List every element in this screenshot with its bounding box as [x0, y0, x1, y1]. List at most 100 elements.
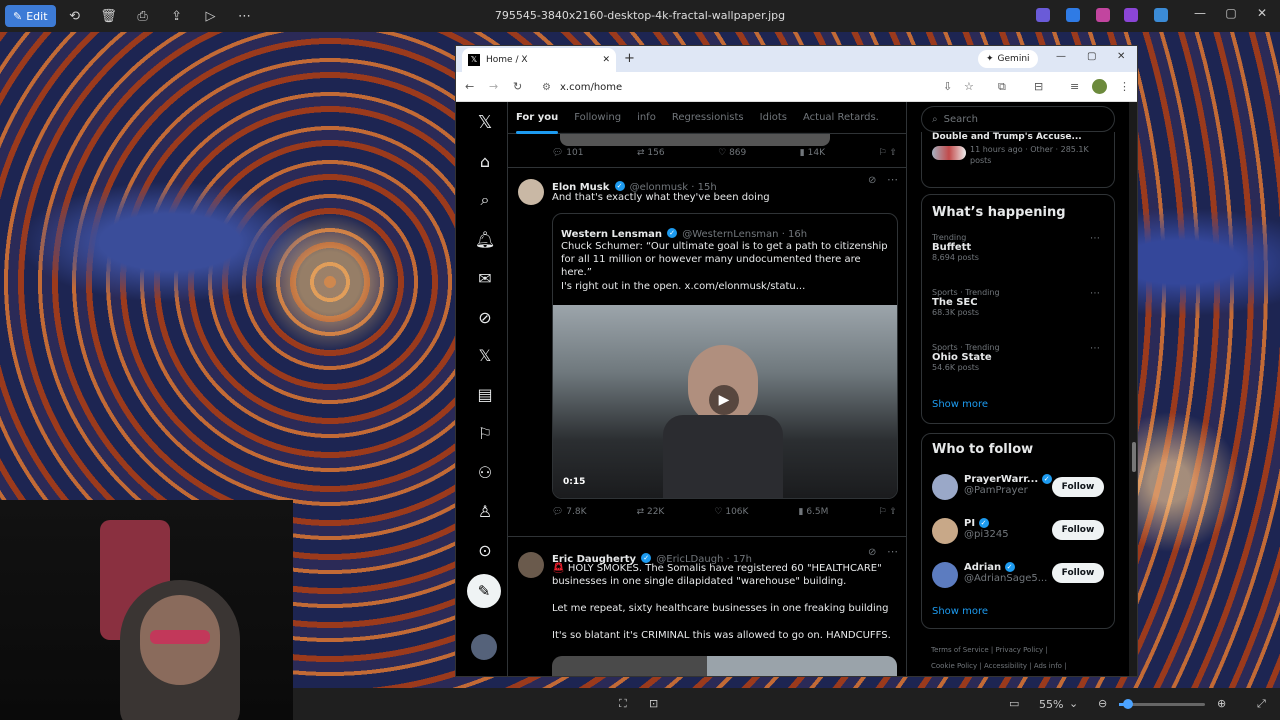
- reply-button[interactable]: 💬︎ 101: [552, 148, 583, 158]
- back-icon[interactable]: ←: [465, 80, 474, 93]
- zoom-slider[interactable]: [1119, 699, 1205, 709]
- more-icon[interactable]: ⋯: [1090, 343, 1100, 354]
- forward-icon[interactable]: →: [489, 80, 498, 93]
- tab-search-icon[interactable]: ⊟: [1034, 80, 1043, 93]
- scrollbar[interactable]: [1129, 102, 1137, 676]
- trend-item[interactable]: Sports · Trending The SEC 68.3K posts: [932, 288, 1000, 317]
- trend-item[interactable]: Sports · Trending Ohio State 54.6K posts: [932, 343, 1000, 372]
- site-info-icon[interactable]: ⚙: [542, 82, 551, 93]
- follow-button[interactable]: Follow: [1052, 477, 1104, 497]
- media-icon[interactable]: ≡: [1070, 80, 1079, 93]
- browser-tab[interactable]: 𝕏 Home / X ✕: [462, 48, 616, 72]
- avatar[interactable]: [518, 552, 544, 578]
- share-icon[interactable]: ⇪: [162, 4, 192, 28]
- avatar[interactable]: [932, 474, 958, 500]
- profile-icon[interactable]: ♙: [473, 499, 497, 523]
- maximize-icon[interactable]: ▢: [1219, 6, 1243, 20]
- app-icon[interactable]: [1066, 8, 1080, 22]
- follow-suggestion[interactable]: PrayerWarr... ✓ @PamPrayer: [964, 474, 1052, 496]
- repost-button[interactable]: ⇄ 22K: [637, 507, 665, 517]
- tab-idiots[interactable]: Idiots: [752, 102, 795, 134]
- footer-link[interactable]: Privacy Policy: [996, 646, 1044, 654]
- footer-link[interactable]: Terms of Service: [931, 646, 989, 654]
- post-elon-musk[interactable]: Elon Musk ✓ @elonmusk · 15h ⊘ ⋯ And that…: [508, 169, 906, 537]
- play-icon[interactable]: ▶: [709, 385, 739, 415]
- footer-link[interactable]: Accessibility: [984, 662, 1027, 670]
- trend-item[interactable]: Trending Buffett 8,694 posts: [932, 233, 979, 262]
- grok-icon[interactable]: ⊘: [868, 547, 876, 558]
- more-icon[interactable]: ⊙: [473, 538, 497, 562]
- tab-following[interactable]: Following: [566, 102, 629, 134]
- show-more-link[interactable]: Show more: [932, 399, 988, 410]
- cloud-icon[interactable]: [1154, 8, 1168, 22]
- account-avatar[interactable]: [471, 634, 497, 660]
- minimize-icon[interactable]: —: [1056, 51, 1066, 62]
- trend-title[interactable]: Double and Trump's Accuse...: [932, 132, 1102, 142]
- scrollbar-thumb[interactable]: [1132, 442, 1136, 472]
- view-icon[interactable]: ▭: [1009, 697, 1019, 710]
- more-icon[interactable]: ⋯: [887, 173, 898, 186]
- zoom-out-icon[interactable]: ⊖: [1098, 697, 1107, 710]
- maximize-icon[interactable]: ▢: [1087, 51, 1096, 62]
- repost-button[interactable]: ⇄ 156: [637, 148, 665, 158]
- more-icon[interactable]: ⋯: [1090, 233, 1100, 244]
- avatar[interactable]: [932, 518, 958, 544]
- more-icon[interactable]: ⋯: [1090, 288, 1100, 299]
- edit-button[interactable]: ✎ Edit: [5, 5, 56, 27]
- zoom-slider-thumb[interactable]: [1123, 699, 1133, 709]
- app-icon[interactable]: [1124, 8, 1138, 22]
- bookmark-star-icon[interactable]: ☆: [964, 80, 974, 93]
- compose-button[interactable]: ✎: [467, 574, 501, 608]
- bookmark-icon[interactable]: ⚐ ⇧: [879, 148, 897, 158]
- close-icon[interactable]: ✕: [1250, 6, 1274, 20]
- views-button[interactable]: ▮ 14K: [800, 148, 825, 158]
- communities-icon[interactable]: ⚇: [473, 460, 497, 484]
- home-icon[interactable]: ⌂: [473, 149, 497, 173]
- reply-button[interactable]: 💬︎ 7.8K: [552, 507, 587, 517]
- close-icon[interactable]: ✕: [1117, 51, 1125, 62]
- grok-icon[interactable]: ⊘: [868, 175, 876, 186]
- fullscreen-icon[interactable]: ⤢: [1257, 697, 1266, 711]
- quoted-post[interactable]: Western Lensman ✓ @WesternLensman · 16h …: [552, 213, 898, 499]
- extensions-icon[interactable]: ⧉: [998, 80, 1006, 94]
- premium-icon[interactable]: 𝕏: [473, 343, 497, 367]
- follow-button[interactable]: Follow: [1052, 520, 1104, 540]
- bookmark-icon[interactable]: ⚐ ⇧: [878, 507, 896, 517]
- like-button[interactable]: ♡ 869: [718, 148, 746, 158]
- rotate-icon[interactable]: ⟲: [60, 4, 90, 28]
- more-icon[interactable]: ⋯: [887, 545, 898, 558]
- grok-icon[interactable]: ⊘: [473, 305, 497, 329]
- crop-icon[interactable]: ⛶: [619, 697, 627, 711]
- video-player[interactable]: ▶ 0:15: [553, 305, 897, 498]
- avatar[interactable]: [932, 562, 958, 588]
- tab-regressionists[interactable]: Regressionists: [664, 102, 752, 134]
- show-more-link[interactable]: Show more: [932, 606, 988, 617]
- follow-suggestion[interactable]: PI ✓ @pi3245: [964, 518, 1009, 540]
- reload-icon[interactable]: ↻: [513, 80, 522, 93]
- like-button[interactable]: ♡ 106K: [714, 507, 748, 517]
- post-media[interactable]: [552, 656, 897, 676]
- copilot-icon[interactable]: [1036, 8, 1050, 22]
- search-input[interactable]: ⌕ Search: [921, 106, 1115, 132]
- footer-link[interactable]: Cookie Policy: [931, 662, 977, 670]
- messages-icon[interactable]: ✉: [473, 266, 497, 290]
- zoom-level[interactable]: 55%: [1039, 698, 1063, 711]
- views-button[interactable]: ▮ 6.5M: [799, 507, 829, 517]
- follow-button[interactable]: Follow: [1052, 563, 1104, 583]
- more-icon[interactable]: ⋯: [230, 4, 260, 28]
- avatar[interactable]: [518, 179, 544, 205]
- follow-suggestion[interactable]: Adrian ✓ @AdrianSage5...: [964, 562, 1047, 584]
- lists-icon[interactable]: ▤: [473, 382, 497, 406]
- chevron-down-icon[interactable]: ⌄: [1069, 697, 1078, 710]
- install-icon[interactable]: ⇩: [943, 80, 952, 93]
- profile-avatar[interactable]: [1092, 79, 1107, 94]
- new-tab-icon[interactable]: +: [624, 51, 635, 66]
- slideshow-icon[interactable]: ▷: [196, 4, 226, 28]
- x-logo-icon[interactable]: 𝕏: [473, 110, 497, 134]
- menu-icon[interactable]: ⋮: [1119, 80, 1130, 93]
- tab-info[interactable]: info: [629, 102, 664, 134]
- url-field[interactable]: ⚙ x.com/home: [536, 76, 956, 98]
- print-icon[interactable]: ⎙: [128, 4, 158, 28]
- bookmarks-icon[interactable]: ⚐: [473, 421, 497, 445]
- gemini-button[interactable]: ✦ Gemini: [978, 50, 1038, 68]
